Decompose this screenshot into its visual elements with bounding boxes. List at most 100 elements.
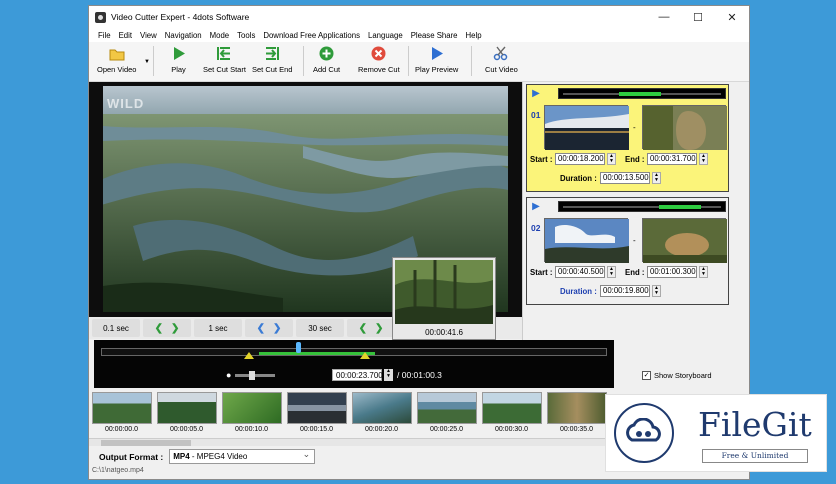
segment-start-thumbnail (544, 218, 629, 263)
set-cut-end-button[interactable]: Set Cut End (252, 45, 292, 74)
segment-end-spinner[interactable]: ▲ ▼ (699, 266, 708, 278)
menu-please-share[interactable]: Please Share (411, 31, 458, 40)
segment-duration-spinner[interactable]: ▲ ▼ (652, 285, 661, 297)
step-forward-icon[interactable]: ❯ (171, 323, 179, 334)
show-storyboard-checkbox[interactable]: ✓ Show Storyboard (642, 371, 712, 380)
timeline-preview-popup: 00:00:41.6 (392, 257, 496, 340)
folder-icon (108, 45, 125, 62)
frame-thumbnail (286, 392, 347, 424)
segment-card-02[interactable]: ▶ 02 - Start : 00:00:40.500 ▲ ▼ End : 00:… (526, 197, 729, 305)
frame-thumbnail (351, 392, 412, 424)
storyboard-frame[interactable]: 00:00:00.0 (89, 390, 154, 438)
total-duration: / 00:01:00.3 (397, 370, 442, 380)
segment-end-spinner[interactable]: ▲ ▼ (699, 153, 708, 165)
menu-view[interactable]: View (140, 31, 157, 40)
current-time-spinner[interactable]: ▲ ▼ (384, 369, 393, 381)
remove-cut-button[interactable]: Remove Cut (358, 45, 400, 74)
menu-navigation[interactable]: Navigation (165, 31, 202, 40)
segment-end-input[interactable]: 00:00:31.700 (647, 153, 697, 165)
storyboard-frame[interactable]: 00:00:20.0 (349, 390, 414, 438)
add-icon (318, 45, 335, 62)
storyboard-frame[interactable]: 00:00:35.0 (544, 390, 609, 438)
segment-end-input[interactable]: 00:01:00.300 (647, 266, 697, 278)
checkbox-icon[interactable]: ✓ (642, 371, 651, 380)
play-preview-button[interactable]: Play Preview (415, 45, 458, 74)
step-size-large: 30 sec (296, 319, 344, 337)
step-back-icon[interactable]: ❮ (155, 323, 163, 334)
storyboard-frame[interactable]: 00:00:30.0 (479, 390, 544, 438)
segment-duration-input[interactable]: 00:00:19.800 (600, 285, 650, 297)
cut-start-icon (216, 45, 233, 62)
storyboard-frame[interactable]: 00:00:25.0 (414, 390, 479, 438)
menu-download-free-apps[interactable]: Download Free Applications (263, 31, 360, 40)
segment-range-bar (558, 88, 726, 99)
output-format-select[interactable]: MP4 - MPEG4 Video (169, 448, 316, 464)
segment-start-label: Start : (530, 268, 553, 277)
cut-video-button[interactable]: Cut Video (485, 45, 518, 74)
segment-end-label: End : (625, 155, 645, 164)
storyboard-frame[interactable]: 00:00:15.0 (284, 390, 349, 438)
step-size-small: 0.1 sec (92, 319, 140, 337)
preview-time: 00:00:41.6 (425, 328, 463, 337)
step-back-icon[interactable]: ❮ (359, 323, 367, 334)
segments-panel: ▶ 01 - Start : 00:00:18.200 ▲ ▼ End : 00:… (522, 82, 749, 340)
current-time-input[interactable]: 00:00:23.700 (332, 369, 383, 381)
menu-mode[interactable]: Mode (210, 31, 230, 40)
playhead-handle[interactable] (296, 342, 301, 353)
segment-start-input[interactable]: 00:00:18.200 (555, 153, 605, 165)
toolbar: Open Video ▼ Play Set Cut Start Set Cut … (89, 42, 749, 82)
segment-range-bar (558, 201, 726, 212)
menu-file[interactable]: File (98, 31, 111, 40)
frame-thumbnail (546, 392, 607, 424)
add-cut-button[interactable]: Add Cut (313, 45, 340, 74)
timeline-track[interactable] (101, 348, 607, 356)
segment-start-spinner[interactable]: ▲ ▼ (607, 153, 616, 165)
segment-end-thumbnail (642, 218, 727, 263)
open-video-dropdown-icon[interactable]: ▼ (144, 59, 150, 65)
play-button[interactable]: Play (170, 45, 187, 74)
cut-start-marker[interactable] (244, 352, 254, 359)
step-back-icon[interactable]: ❮ (257, 323, 265, 334)
scissors-icon (493, 45, 510, 62)
segment-start-label: Start : (530, 155, 553, 164)
step-medium-arrows[interactable]: ❮ ❯ (245, 319, 293, 337)
segment-play-icon[interactable]: ▶ (530, 201, 542, 212)
segment-duration-spinner[interactable]: ▲ ▼ (652, 172, 661, 184)
step-forward-icon[interactable]: ❯ (375, 323, 383, 334)
segment-play-icon[interactable]: ▶ (530, 88, 542, 99)
status-file-path: C:\1\natgeo.mp4 (92, 467, 144, 474)
frame-thumbnail (416, 392, 477, 424)
segment-start-spinner[interactable]: ▲ ▼ (607, 266, 616, 278)
menu-edit[interactable]: Edit (119, 31, 132, 40)
timeline[interactable]: ● 00:00:23.700 ▲ ▼ / 00:01:00.3 (94, 340, 614, 388)
step-large-arrows[interactable]: ❮ ❯ (347, 319, 395, 337)
storyboard-frame[interactable]: 00:00:10.0 (219, 390, 284, 438)
set-cut-start-button[interactable]: Set Cut Start (203, 45, 246, 74)
step-small-arrows[interactable]: ❮ ❯ (143, 319, 191, 337)
frame-thumbnail (481, 392, 542, 424)
segment-card-01[interactable]: ▶ 01 - Start : 00:00:18.200 ▲ ▼ End : 00:… (526, 84, 729, 192)
segment-duration-label: Duration : (560, 287, 597, 296)
segment-duration-input[interactable]: 00:00:13.500 (600, 172, 650, 184)
minimize-button[interactable]: — (647, 6, 681, 28)
cut-end-marker[interactable] (360, 352, 370, 359)
segment-end-thumbnail (642, 105, 727, 150)
close-button[interactable]: ✕ (715, 6, 749, 28)
segment-number: 01 (531, 110, 541, 120)
open-video-button[interactable]: Open Video (97, 45, 136, 74)
menu-language[interactable]: Language (368, 31, 403, 40)
segment-duration-label: Duration : (560, 174, 597, 183)
storyboard-frame[interactable]: 00:00:05.0 (154, 390, 219, 438)
filegit-logo-icon (614, 403, 674, 463)
maximize-button[interactable]: ☐ (681, 6, 715, 28)
menu-bar: File Edit View Navigation Mode Tools Dow… (89, 28, 749, 42)
cut-range (259, 352, 375, 355)
window-title: Video Cutter Expert - 4dots Software (111, 12, 250, 22)
zoom-slider[interactable]: ● (226, 369, 288, 381)
filegit-watermark: FileGit Free & Unlimited (605, 394, 827, 472)
menu-help[interactable]: Help (466, 31, 482, 40)
segment-start-input[interactable]: 00:00:40.500 (555, 266, 605, 278)
menu-tools[interactable]: Tools (237, 31, 255, 40)
step-forward-icon[interactable]: ❯ (273, 323, 281, 334)
step-size-medium: 1 sec (194, 319, 242, 337)
